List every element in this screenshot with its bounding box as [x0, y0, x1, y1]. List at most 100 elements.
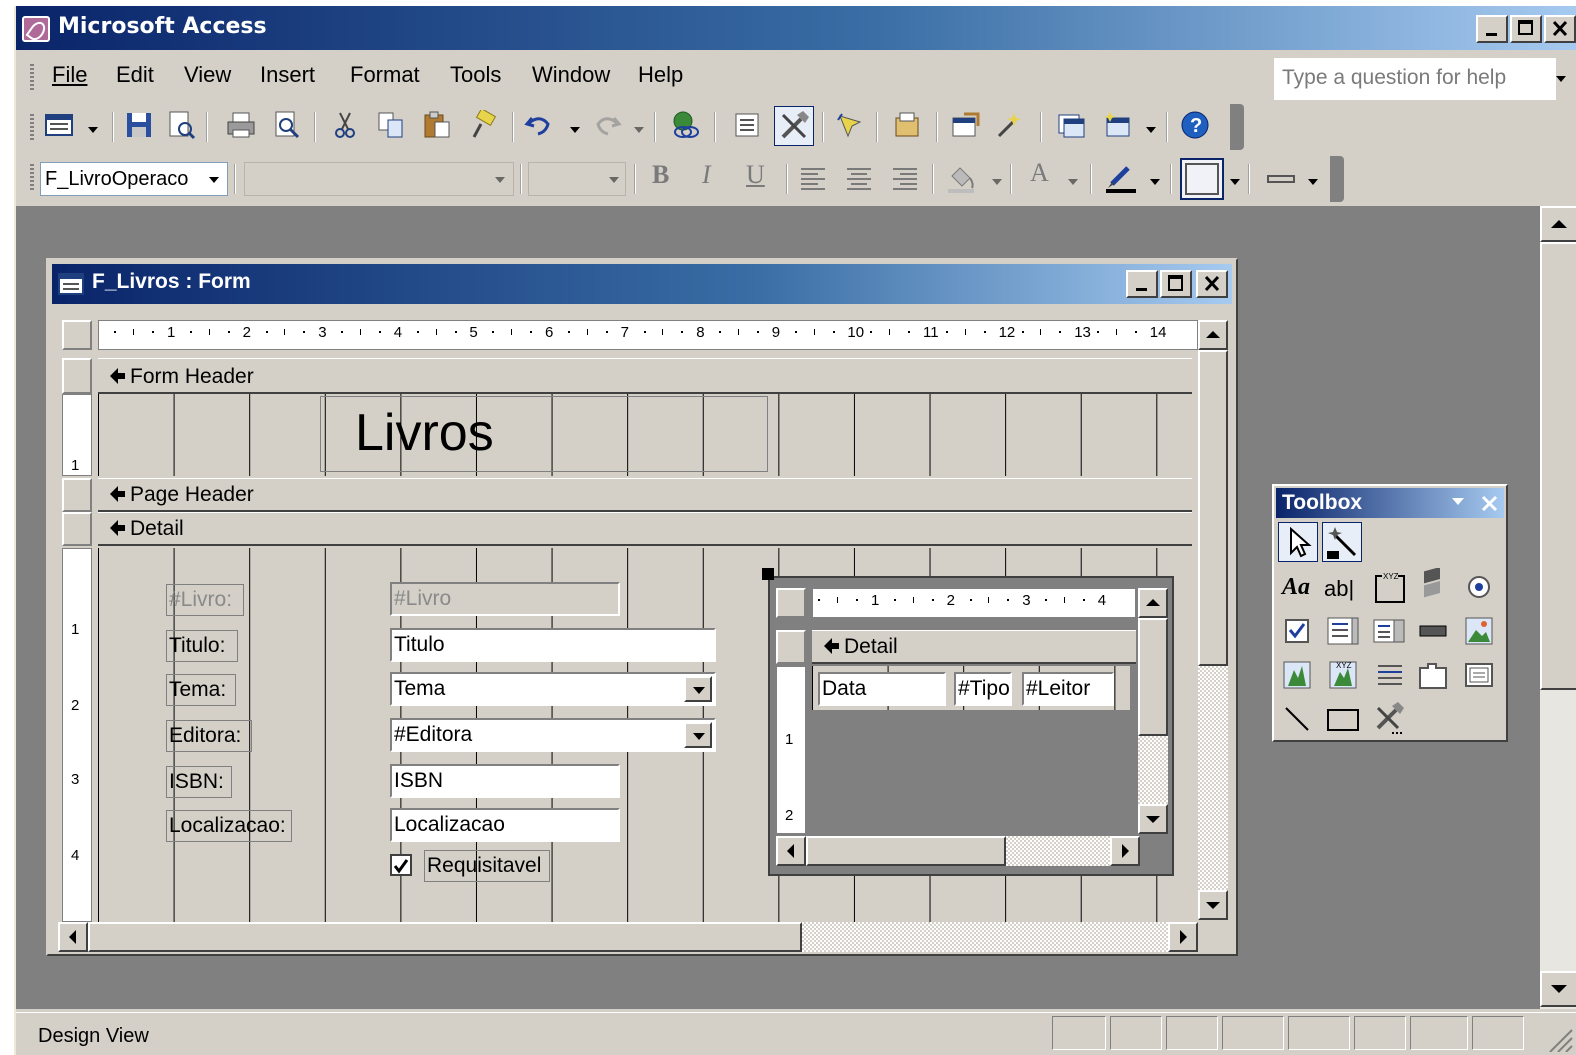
page-break-tool[interactable]	[1370, 656, 1410, 696]
subform-scroll-track[interactable]	[1138, 736, 1168, 806]
line-color-button[interactable]	[1104, 162, 1136, 193]
menu-help[interactable]: Help	[638, 62, 683, 88]
hyperlink-button[interactable]	[670, 110, 700, 140]
menu-format[interactable]: Format	[350, 62, 420, 88]
tema-combobox[interactable]: Tema	[390, 672, 716, 706]
subform-tool[interactable]	[1460, 656, 1500, 696]
toolbox-toggle-button[interactable]	[774, 106, 814, 146]
mdi-vertical-scrollbar[interactable]	[1540, 206, 1576, 1009]
mdi-scroll-thumb[interactable]	[1540, 242, 1576, 690]
tema-label[interactable]: Tema:	[166, 674, 236, 706]
subform-leitor-textbox[interactable]: #Leitor	[1022, 672, 1114, 706]
view-dropdown-icon[interactable]	[88, 127, 98, 133]
view-button[interactable]	[44, 110, 74, 140]
requisitavel-checkbox[interactable]	[390, 854, 412, 876]
editora-combobox[interactable]: #Editora	[390, 718, 716, 752]
page-header-selector[interactable]	[62, 478, 92, 512]
form-scroll-left-button[interactable]	[58, 922, 88, 952]
form-scroll-up-button[interactable]	[1198, 320, 1228, 350]
object-combo[interactable]: F_LivroOperaco	[40, 162, 228, 196]
more-controls-tool[interactable]	[1370, 700, 1410, 740]
subform-scroll-right-button[interactable]	[1110, 836, 1140, 866]
database-window-button[interactable]	[1056, 110, 1086, 140]
paste-button[interactable]	[422, 110, 452, 140]
new-object-dropdown-icon[interactable]	[1146, 127, 1156, 133]
copy-button[interactable]	[376, 110, 406, 140]
undo-button[interactable]	[524, 110, 554, 140]
control-wizards-tool[interactable]	[1322, 522, 1362, 562]
titulo-label[interactable]: Titulo:	[166, 630, 238, 662]
restore-button[interactable]	[1510, 15, 1542, 43]
unbound-object-frame-tool[interactable]	[1278, 656, 1318, 696]
line-tool[interactable]	[1278, 700, 1318, 740]
detail-selector[interactable]	[62, 512, 92, 546]
toggle-button-tool[interactable]	[1414, 567, 1454, 608]
tema-dropdown-button[interactable]	[684, 676, 712, 702]
cut-button[interactable]	[330, 110, 360, 140]
font-name-dropdown-icon[interactable]	[495, 177, 505, 183]
form-header-selector[interactable]	[62, 358, 92, 394]
option-group-tool[interactable]: XYZ	[1370, 568, 1410, 608]
menu-window[interactable]: Window	[532, 62, 610, 88]
bold-button[interactable]: B	[652, 160, 669, 190]
editora-label[interactable]: Editora:	[166, 720, 252, 752]
isbn-textbox[interactable]: ISBN	[390, 764, 620, 798]
menu-insert[interactable]: Insert	[260, 62, 315, 88]
option-button-tool[interactable]	[1460, 568, 1500, 608]
format-toolbar-options-handle[interactable]	[1330, 156, 1344, 202]
subform-scroll-thumb[interactable]	[1138, 618, 1168, 736]
app-titlebar[interactable]: Microsoft Access	[16, 6, 1576, 50]
font-size-dropdown-icon[interactable]	[609, 177, 619, 183]
subform-hscroll-thumb[interactable]	[806, 836, 1006, 866]
file-search-button[interactable]	[166, 110, 196, 140]
tab-control-tool[interactable]	[1414, 656, 1454, 696]
line-width-button[interactable]	[1266, 164, 1296, 194]
subform-control[interactable]: 1 2 3 4 1 2 Detail Data #Tipo #Leitor	[762, 568, 1174, 876]
new-object-button[interactable]	[1102, 110, 1132, 140]
toolbox-close-icon[interactable]	[1480, 494, 1500, 514]
livro-textbox[interactable]: #Livro	[390, 582, 620, 616]
check-box-tool[interactable]	[1278, 612, 1318, 652]
resize-grip-icon[interactable]	[1546, 1026, 1574, 1052]
subform-hscroll-track[interactable]	[1006, 836, 1110, 866]
form-scroll-down-button[interactable]	[1198, 890, 1228, 920]
menubar-grip[interactable]	[30, 64, 34, 90]
fill-color-button[interactable]	[946, 162, 976, 193]
page-header-bar[interactable]: Page Header	[98, 478, 1192, 512]
form-maximize-button[interactable]	[1160, 270, 1192, 298]
object-combo-dropdown-icon[interactable]	[209, 177, 219, 183]
subform-scroll-up-button[interactable]	[1138, 588, 1168, 618]
build-button[interactable]	[994, 110, 1024, 140]
rectangle-tool[interactable]	[1324, 700, 1364, 740]
subform-detail-selector[interactable]	[776, 630, 806, 664]
code-button[interactable]	[892, 110, 922, 140]
minimize-button[interactable]	[1476, 15, 1508, 43]
properties-button[interactable]	[950, 110, 980, 140]
form-close-button[interactable]	[1196, 270, 1228, 298]
mdi-scroll-up-button[interactable]	[1540, 206, 1576, 242]
save-button[interactable]	[124, 110, 154, 140]
mdi-scroll-down-button[interactable]	[1540, 971, 1576, 1007]
subform-tipo-textbox[interactable]: #Tipo	[954, 672, 1012, 706]
textbox-tool[interactable]: ab|	[1324, 568, 1364, 608]
format-toolbar-grip[interactable]	[30, 164, 34, 190]
close-button[interactable]	[1544, 15, 1576, 43]
field-list-button[interactable]	[732, 110, 762, 140]
help-button[interactable]: ?	[1180, 110, 1210, 140]
italic-button[interactable]: I	[702, 160, 711, 190]
subform-move-handle[interactable]	[762, 568, 774, 580]
form-scroll-right-button[interactable]	[1168, 922, 1198, 952]
toolbox-options-icon[interactable]	[1452, 498, 1464, 505]
subform-detail-bar[interactable]: Detail	[812, 630, 1136, 664]
header-title-label[interactable]: Livros	[320, 396, 768, 472]
command-button-tool[interactable]	[1414, 612, 1454, 652]
access-app-icon[interactable]	[22, 16, 50, 42]
redo-button[interactable]	[592, 110, 622, 140]
design-toolbar-grip[interactable]	[30, 114, 34, 140]
requisitavel-label[interactable]: Requisitavel	[424, 850, 550, 882]
align-right-button[interactable]	[890, 164, 920, 194]
toolbar-options-handle[interactable]	[1230, 104, 1244, 150]
bound-object-frame-tool[interactable]: XYZ	[1324, 656, 1364, 696]
label-tool[interactable]: Aa	[1278, 568, 1318, 608]
special-effect-button[interactable]	[1180, 158, 1224, 200]
